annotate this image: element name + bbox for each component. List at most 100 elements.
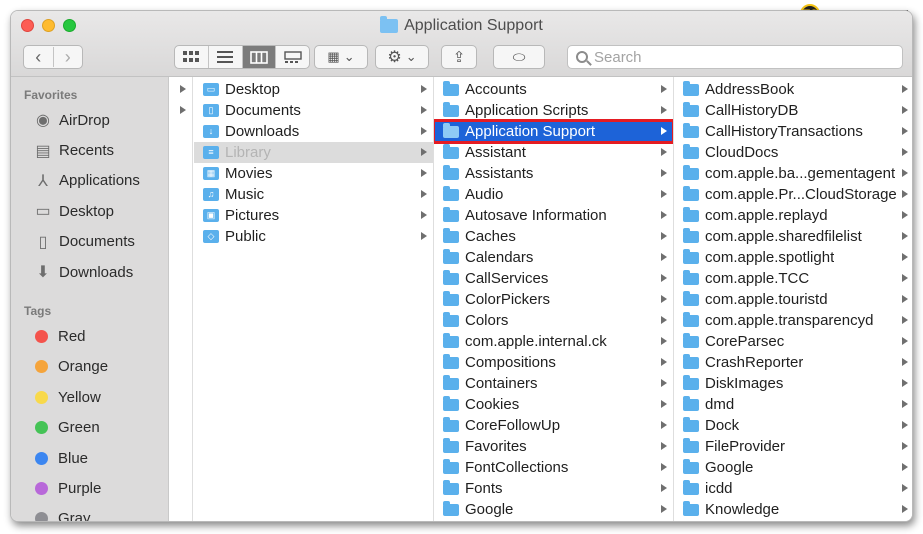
disclosure-arrow-icon xyxy=(661,337,667,345)
folder-row[interactable]: Assistants xyxy=(434,163,673,184)
folder-row[interactable]: com.apple.sharedfilelist xyxy=(674,226,912,247)
root-row[interactable] xyxy=(169,79,192,100)
folder-row[interactable]: Fonts xyxy=(434,478,673,499)
folder-row[interactable]: com.apple.ba...gementagent xyxy=(674,163,912,184)
folder-label: Application Scripts xyxy=(465,102,589,119)
folder-row[interactable]: com.apple.Pr...CloudStorage xyxy=(674,184,912,205)
list-view-button[interactable] xyxy=(207,46,242,68)
tag-button[interactable]: ⬭ xyxy=(493,45,545,69)
folder-label: com.apple.sharedfilelist xyxy=(705,228,862,245)
folder-row[interactable]: CoreParsec xyxy=(674,331,912,352)
folder-row[interactable]: Knowledge xyxy=(674,499,912,520)
sidebar-item-airdrop[interactable]: ◉ AirDrop xyxy=(11,105,168,135)
folder-row[interactable]: CallHistoryDB xyxy=(674,100,912,121)
group-by-button[interactable]: ▦ ⌄ xyxy=(314,45,368,69)
folder-icon xyxy=(683,353,699,369)
search-field[interactable] xyxy=(567,45,903,69)
folder-row[interactable]: dmd xyxy=(674,394,912,415)
folder-icon xyxy=(683,311,699,327)
folder-row-pictures[interactable]: Pictures xyxy=(194,205,433,226)
folder-row[interactable]: CoreFollowUp xyxy=(434,415,673,436)
folder-icon xyxy=(443,311,459,327)
folder-row-movies[interactable]: Movies xyxy=(194,163,433,184)
search-input[interactable] xyxy=(594,48,874,66)
tag-item-blue[interactable]: Blue xyxy=(11,443,168,473)
folder-row[interactable]: CallHistoryTransactions xyxy=(674,121,912,142)
folder-row-music[interactable]: Music xyxy=(194,184,433,205)
folder-label: CloudDocs xyxy=(705,144,779,161)
folder-row[interactable]: Autosave Information xyxy=(434,205,673,226)
folder-row[interactable]: com.apple.replayd xyxy=(674,205,912,226)
folder-row[interactable]: Application Support xyxy=(434,119,673,144)
folder-row[interactable]: FontCollections xyxy=(434,457,673,478)
sidebar-item-applications[interactable]: ⅄ Applications xyxy=(11,166,168,196)
folder-row[interactable]: AddressBook xyxy=(674,79,912,100)
folder-row-downloads[interactable]: Downloads xyxy=(194,121,433,142)
tag-label: Yellow xyxy=(58,388,101,406)
tag-icon: ⬭ xyxy=(512,48,526,66)
folder-row[interactable]: Dock xyxy=(674,415,912,436)
folder-row[interactable]: Google xyxy=(434,499,673,520)
folder-row[interactable]: ColorPickers xyxy=(434,289,673,310)
folder-row[interactable]: DiskImages xyxy=(674,373,912,394)
gallery-view-button[interactable] xyxy=(275,46,309,68)
folder-row[interactable]: Assistant xyxy=(434,142,673,163)
folder-row-documents[interactable]: Documents xyxy=(194,100,433,121)
folder-label: Colors xyxy=(465,312,509,329)
folder-row[interactable]: Google xyxy=(674,457,912,478)
folder-row[interactable]: CrashReporter xyxy=(674,352,912,373)
disclosure-arrow-icon xyxy=(902,484,908,492)
folder-label: ColorPickers xyxy=(465,291,551,308)
tag-item-yellow[interactable]: Yellow xyxy=(11,382,168,412)
action-menu-button[interactable]: ⚙ ⌄ xyxy=(375,45,429,69)
folder-row[interactable]: Calendars xyxy=(434,247,673,268)
folder-row-desktop[interactable]: Desktop xyxy=(194,79,433,100)
folder-row[interactable]: com.apple.TCC xyxy=(674,268,912,289)
tag-item-red[interactable]: Red xyxy=(11,321,168,351)
folder-icon xyxy=(443,185,459,201)
tag-item-gray[interactable]: Gray xyxy=(11,504,168,521)
forward-button[interactable]: › xyxy=(52,47,83,67)
share-button[interactable]: ⇪ xyxy=(441,45,477,69)
folder-label: com.apple.Pr...CloudStorage xyxy=(705,186,897,203)
tag-item-green[interactable]: Green xyxy=(11,413,168,443)
folder-row[interactable]: Caches xyxy=(434,226,673,247)
folder-label: Audio xyxy=(465,186,504,203)
folder-label: CallHistoryDB xyxy=(705,102,799,119)
folder-row[interactable]: icdd xyxy=(674,478,912,499)
folder-row[interactable]: FileProvider xyxy=(674,436,912,457)
tag-color-dot xyxy=(35,451,48,465)
sidebar-item-downloads[interactable]: ⬇ Downloads xyxy=(11,257,168,287)
folder-row-public[interactable]: Public xyxy=(194,226,433,247)
sidebar-item-recents[interactable]: ▤ Recents xyxy=(11,135,168,165)
icon-view-button[interactable] xyxy=(175,46,208,68)
folder-row[interactable]: CloudDocs xyxy=(674,142,912,163)
folder-row[interactable]: Containers xyxy=(434,373,673,394)
folder-row[interactable]: CallServices xyxy=(434,268,673,289)
sidebar-item-desktop[interactable]: ▭ Desktop xyxy=(11,196,168,226)
folder-label: Assistants xyxy=(465,165,534,182)
folder-row-library[interactable]: Library xyxy=(194,142,433,163)
folder-icon xyxy=(683,185,699,201)
tag-item-orange[interactable]: Orange xyxy=(11,352,168,382)
folder-row[interactable]: Compositions xyxy=(434,352,673,373)
column-view-button[interactable] xyxy=(241,46,276,68)
tag-item-purple[interactable]: Purple xyxy=(11,473,168,503)
folder-row[interactable]: Cookies xyxy=(434,394,673,415)
folder-row[interactable]: com.apple.spotlight xyxy=(674,247,912,268)
folder-row[interactable]: Favorites xyxy=(434,436,673,457)
root-row[interactable] xyxy=(169,100,192,121)
folder-row[interactable]: Application Scripts xyxy=(434,100,673,121)
disclosure-arrow-icon xyxy=(421,85,427,93)
folder-row[interactable]: Accounts xyxy=(434,79,673,100)
folder-row[interactable]: com.apple.touristd xyxy=(674,289,912,310)
back-button[interactable]: ‹ xyxy=(24,47,53,67)
folder-icon xyxy=(443,206,459,222)
folder-row[interactable]: Audio xyxy=(434,184,673,205)
folder-row[interactable]: com.apple.transparencyd xyxy=(674,310,912,331)
folder-row[interactable]: Colors xyxy=(434,310,673,331)
sidebar-item-documents[interactable]: ▯ Documents xyxy=(11,227,168,257)
folder-icon xyxy=(443,80,459,96)
folder-row[interactable]: com.apple.internal.ck xyxy=(434,331,673,352)
folder-label: AddressBook xyxy=(705,81,795,98)
